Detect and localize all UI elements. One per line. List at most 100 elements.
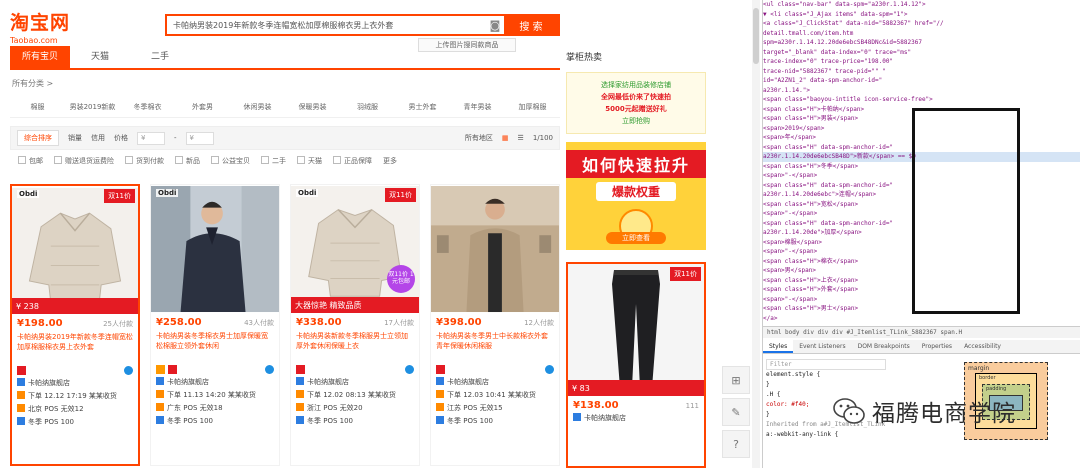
list-view-icon[interactable]: ☰ [518,134,524,142]
dom-node-line[interactable]: a230r.1.14.20de6ebcSB48D">新款</span> == $… [763,152,1080,162]
breadcrumb[interactable]: 所有分类 > [12,78,53,89]
help-tool-icon[interactable]: ? [722,430,750,458]
wangwang-icon[interactable] [124,366,133,375]
filter-checkbox[interactable]: 货到付款 [125,156,164,166]
tab-properties[interactable]: Properties [916,340,958,353]
page-scrollbar[interactable] [752,0,760,468]
product-title[interactable]: 卡帕纳男装2019年新款冬季连帽宽松加厚棉服棉衣男上衣外套 [12,330,138,364]
filter-more[interactable]: 更多 [383,156,397,166]
sort-default[interactable]: 综合排序 [17,130,59,146]
product-image[interactable]: Obdi [151,185,279,313]
search-input[interactable] [167,16,486,34]
dom-node-line[interactable]: ▼ <li class="J_Ajax items" data-spm="1"> [763,10,1080,20]
dom-node-line[interactable]: <span>棉服</span> [763,238,1080,248]
dom-node-line[interactable]: spm=a230r.1.14.12.20de6ebcSB48DNc&id=588… [763,38,1080,48]
dom-node-line[interactable]: <span class="H">宽松</span> [763,200,1080,210]
dom-node-line[interactable]: <span class="H">卡帕纳</span> [763,105,1080,115]
filter-checkbox[interactable]: 赠送退货运费险 [54,156,114,166]
tab-used[interactable]: 二手 [130,46,190,68]
category-item[interactable]: 冬季棉衣 [120,102,175,112]
category-item[interactable]: 青年男装 [450,102,505,112]
price-min-input[interactable]: ¥ [137,131,165,145]
tab-event-listeners[interactable]: Event Listeners [793,340,851,353]
dom-node-line[interactable]: detail.tmall.com/item.htm [763,29,1080,39]
styles-filter-input[interactable]: Filter [766,359,886,370]
dom-node-line[interactable]: trace-nid="5882367" trace-pid="" " [763,67,1080,77]
ad-product-card[interactable]: 双11价 ¥ 83 ¥138.00 111 卡帕纳旗舰店 [566,262,706,468]
category-item[interactable]: 男装2019新款 [65,102,120,112]
dom-node-line[interactable]: target="_blank" data-index="0" trace="ms… [763,48,1080,58]
wangwang-icon[interactable] [405,365,414,374]
category-item[interactable]: 男士外套 [395,102,450,112]
filter-checkbox[interactable]: 天猫 [297,156,322,166]
filter-checkbox[interactable]: 公益宝贝 [211,156,250,166]
dom-node-line[interactable]: <span>年</span> [763,133,1080,143]
product-card[interactable]: Obdi 双11价 双11价 1元包邮 大器惊艳 精致品质 ¥338.00 17… [290,184,420,466]
dom-breadcrumb[interactable]: html body div div div #J_Itemlist_TLink_… [763,326,1080,338]
price-max-input[interactable]: ¥ [185,131,214,145]
dom-node-line[interactable]: <span>"-</span> [763,295,1080,305]
dom-node-line[interactable]: a230r.1.14.20de">加厚</span> [763,228,1080,238]
filter-checkbox[interactable]: 包邮 [18,156,43,166]
product-image[interactable] [431,185,559,313]
dom-node-line[interactable]: <span class="H" data-spm-anchor-id=" [763,143,1080,153]
product-title[interactable]: 卡帕纳男装冬季男士中长款棉衣外套青年保暖休闲棉服 [431,329,559,363]
dom-node-line[interactable]: <span>2019</span> [763,124,1080,134]
product-card[interactable]: Obdi ¥258.00 43人付款 卡帕纳男装冬季棉衣男士加厚保暖宽松棉服立领… [150,184,280,466]
dom-node-line[interactable]: a230r.1.14."> [763,86,1080,96]
filter-checkbox[interactable]: 新品 [175,156,200,166]
tab-accessibility[interactable]: Accessibility [958,340,1007,353]
category-item[interactable]: 保暖男装 [285,102,340,112]
region-select[interactable]: 所有地区 [465,133,493,143]
dom-node-line[interactable]: <span>男</span> [763,266,1080,276]
product-card[interactable]: ¥398.00 12人付款 卡帕纳男装冬季男士中长款棉衣外套青年保暖休闲棉服 卡… [430,184,560,466]
dom-node-line[interactable]: <span class="H">棉衣</span> [763,257,1080,267]
store-name[interactable]: 卡帕纳旗舰店 [12,377,138,390]
ad-button[interactable]: 立即查看 [606,232,666,244]
category-item[interactable]: 羽绒服 [340,102,395,112]
category-item[interactable]: 加厚棉服 [505,102,560,112]
grid-tool-icon[interactable]: ⊞ [722,366,750,394]
wangwang-icon[interactable] [545,365,554,374]
tab-styles[interactable]: Styles [763,340,794,353]
product-card[interactable]: Obdi 双11价 ¥ 238 ¥198.00 25人付款 卡帕纳男装2019年… [10,184,140,466]
elements-tree[interactable]: <ul class="nav-bar" data-spm="a230r.1.14… [763,0,1080,332]
filter-checkbox[interactable]: 正品保障 [333,156,372,166]
dom-node-line[interactable]: <span>"-</span> [763,209,1080,219]
dom-node-line[interactable]: <span class="H">男士</span> [763,304,1080,314]
product-title[interactable]: 卡帕纳男装新款冬季棉服男士立领加厚外套休闲保暖上衣 [291,329,419,363]
scrollbar-thumb[interactable] [753,8,759,64]
dom-node-line[interactable]: <span class="H">冬季</span> [763,162,1080,172]
dom-node-line[interactable]: <span class="H" data-spm-anchor-id=" [763,181,1080,191]
sort-price[interactable]: 价格 [114,133,128,143]
ad-banner[interactable]: 选择家纺用品装修店铺 全网最低价来了快速拍 5000元起赠送好礼 立即抢购 [566,72,706,134]
dom-node-line[interactable]: <span class="H">上衣</span> [763,276,1080,286]
dom-node-line[interactable]: </a> [763,314,1080,324]
tab-dom-breakpoints[interactable]: DOM Breakpoints [852,340,916,353]
store-name[interactable]: 卡帕纳旗舰店 [291,376,419,389]
ad-banner[interactable]: 如何快速拉升 爆款权重 立即查看 [566,142,706,250]
dom-node-line[interactable]: <ul class="nav-bar" data-spm="a230r.1.14… [763,0,1080,10]
filter-checkbox[interactable]: 二手 [261,156,286,166]
product-title[interactable]: 卡帕纳男装冬季棉衣男士加厚保暖宽松棉服立领外套休闲 [151,329,279,363]
taobao-logo[interactable]: 淘宝网 Taobao.com [10,8,70,45]
tab-tmall[interactable]: 天猫 [70,46,130,68]
dom-node-line[interactable]: <span>"-</span> [763,171,1080,181]
category-item[interactable]: 外套男 [175,102,230,112]
search-button[interactable]: 搜 索 [504,16,558,34]
wangwang-icon[interactable] [265,365,274,374]
dom-node-line[interactable]: <span class="H">男装</span> [763,114,1080,124]
sort-sales[interactable]: 销量 [68,133,82,143]
sort-credit[interactable]: 信用 [91,133,105,143]
category-item[interactable]: 休闲男装 [230,102,285,112]
dom-node-line[interactable]: id="A2ZN1_2" data-spm-anchor-id=" [763,76,1080,86]
category-item[interactable]: 棉服 [10,102,65,112]
dom-node-line[interactable]: a230r.1.14.20de6ebc">连帽</span> [763,190,1080,200]
dom-node-line[interactable]: <span class="H" data-spm-anchor-id=" [763,219,1080,229]
camera-icon[interactable]: ◙ [486,16,504,34]
store-name[interactable]: 卡帕纳旗舰店 [568,412,704,425]
product-image[interactable]: Obdi 双11价 双11价 1元包邮 大器惊艳 精致品质 [291,185,419,313]
dom-node-line[interactable]: <span>"-</span> [763,247,1080,257]
product-image[interactable]: 双11价 ¥ 83 [568,264,704,396]
dom-node-line[interactable]: trace-index="0" trace-price="198.00" [763,57,1080,67]
